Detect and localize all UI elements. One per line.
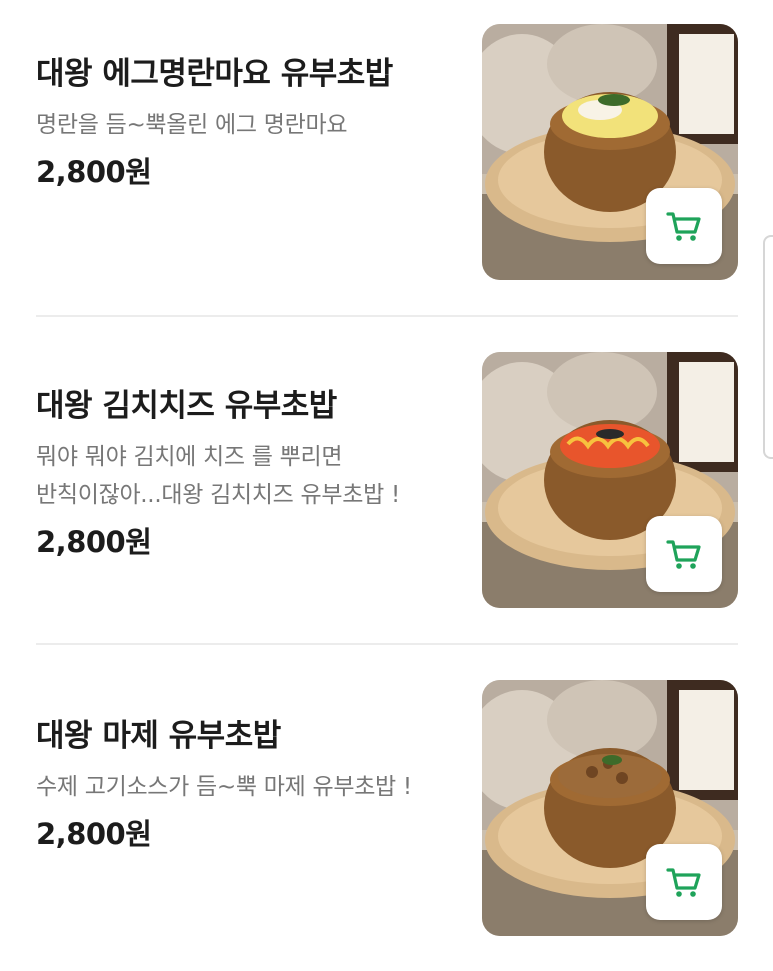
menu-item[interactable]: 대왕 마제 유부초밥 수제 고기소스가 듬~뿍 마제 유부초밥 ! 2,800원 <box>0 646 773 971</box>
menu-item-name: 대왕 마제 유부초밥 <box>36 718 281 754</box>
menu-list: 대왕 에그명란마요 유부초밥 명란을 듬~뿍올린 에그 명란마요 2,800원 <box>0 0 773 971</box>
scroll-edge-handle[interactable] <box>763 235 773 459</box>
menu-item-price: 2,800원 <box>36 155 152 189</box>
divider <box>36 315 738 317</box>
add-to-cart-button[interactable] <box>646 516 722 592</box>
cart-icon <box>664 206 704 246</box>
menu-item-description: 수제 고기소스가 듬~뿍 마제 유부초밥 ! <box>36 774 412 800</box>
menu-item-info: 대왕 에그명란마요 유부초밥 명란을 듬~뿍올린 에그 명란마요 2,800원 <box>36 48 441 192</box>
menu-item[interactable]: 대왕 김치치즈 유부초밥 뭐야 뭐야 김치에 치즈 를 뿌리면 반칙이잖아...… <box>0 318 773 644</box>
menu-item-description: 명란을 듬~뿍올린 에그 명란마요 <box>36 112 348 138</box>
menu-item[interactable]: 대왕 에그명란마요 유부초밥 명란을 듬~뿍올린 에그 명란마요 2,800원 <box>0 0 773 316</box>
menu-item-name: 대왕 에그명란마요 유부초밥 <box>36 56 393 92</box>
add-to-cart-button[interactable] <box>646 844 722 920</box>
cart-icon <box>664 534 704 574</box>
menu-item-photo[interactable] <box>482 680 738 936</box>
menu-item-info: 대왕 김치치즈 유부초밥 뭐야 뭐야 김치에 치즈 를 뿌리면 반칙이잖아...… <box>36 380 441 562</box>
add-to-cart-button[interactable] <box>646 188 722 264</box>
cart-icon <box>664 862 704 902</box>
menu-item-price: 2,800원 <box>36 525 152 559</box>
divider <box>36 643 738 645</box>
menu-item-name: 대왕 김치치즈 유부초밥 <box>36 388 337 424</box>
menu-item-photo[interactable] <box>482 352 738 608</box>
menu-item-price: 2,800원 <box>36 817 152 851</box>
menu-item-photo[interactable] <box>482 24 738 280</box>
menu-item-description: 뭐야 뭐야 김치에 치즈 를 뿌리면 반칙이잖아...대왕 김치치즈 유부초밥 … <box>36 444 400 508</box>
menu-item-info: 대왕 마제 유부초밥 수제 고기소스가 듬~뿍 마제 유부초밥 ! 2,800원 <box>36 710 441 854</box>
